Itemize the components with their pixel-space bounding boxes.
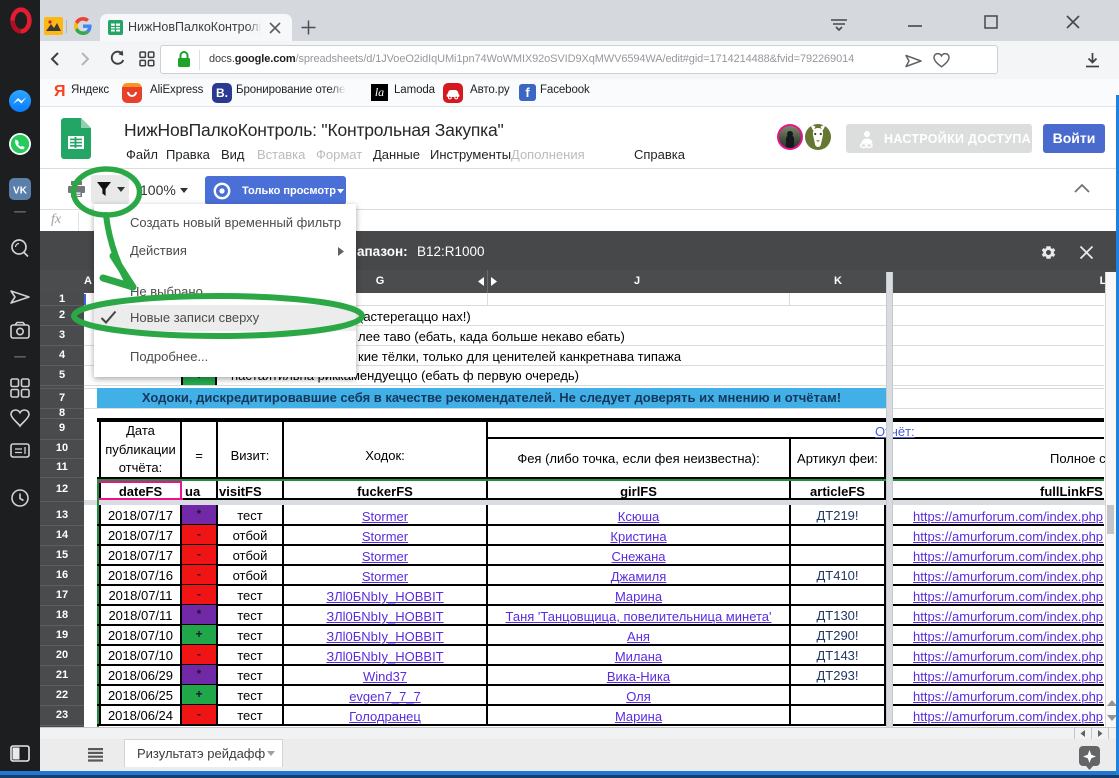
svg-text:VK: VK <box>13 186 28 197</box>
